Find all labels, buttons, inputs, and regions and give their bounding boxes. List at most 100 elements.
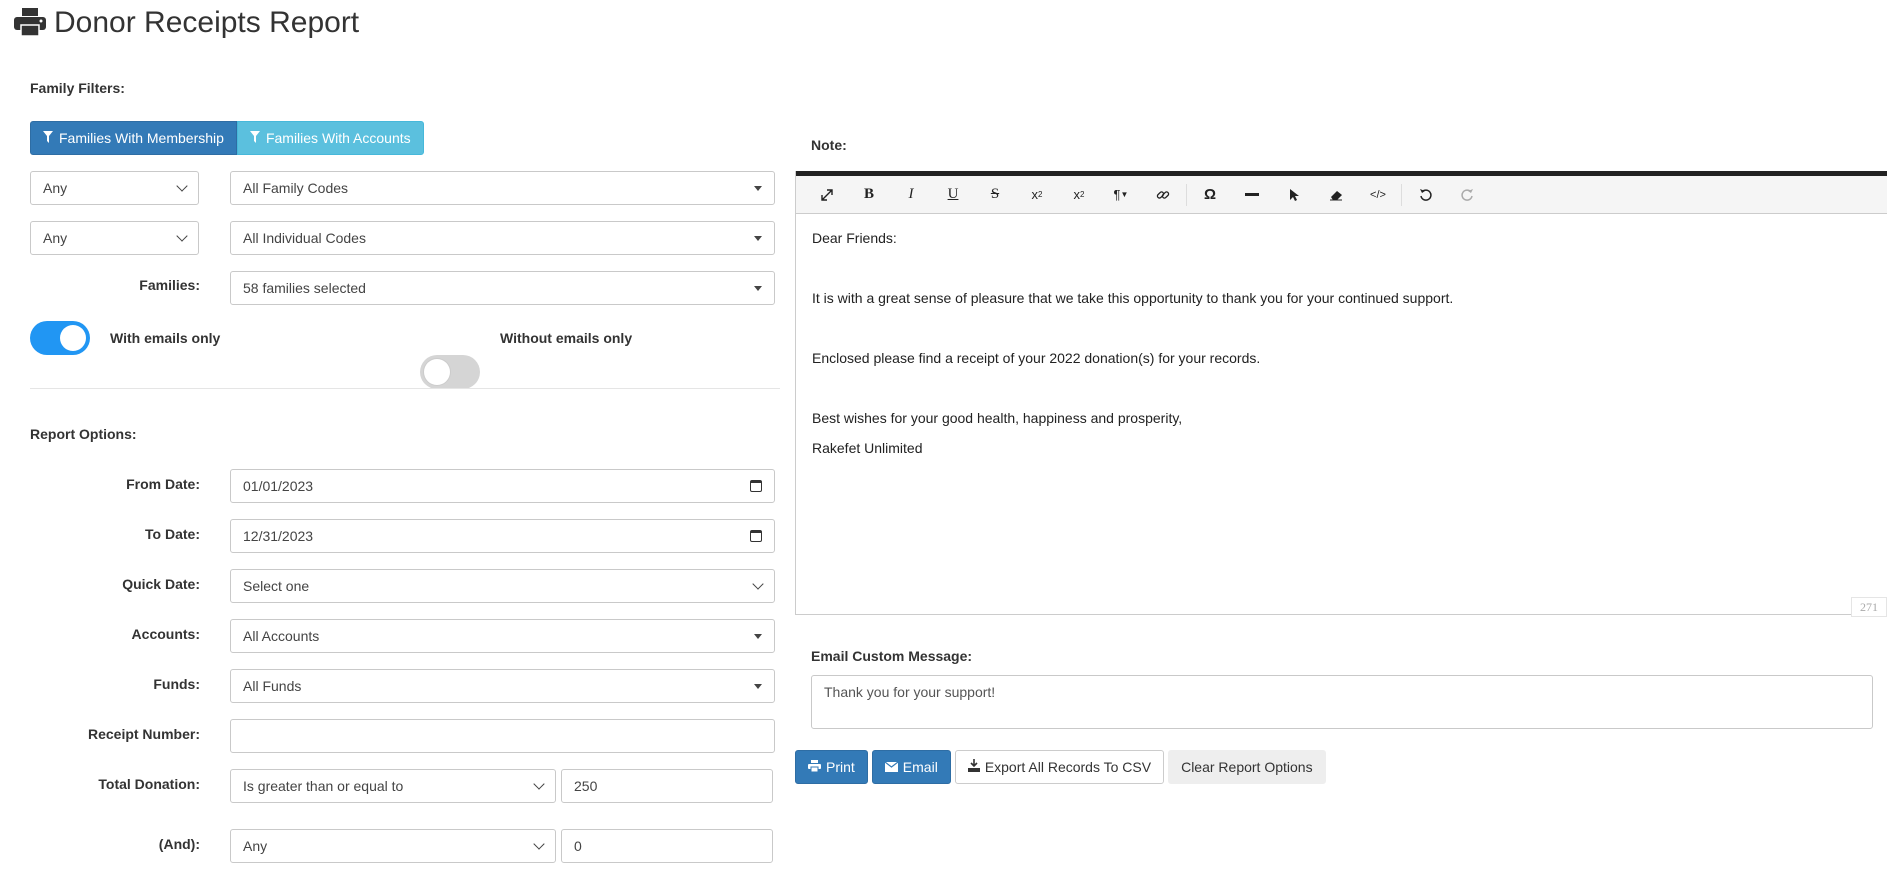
families-select[interactable]: 58 families selected <box>230 271 775 305</box>
email-button-label: Email <box>902 759 938 775</box>
envelope-icon <box>884 759 899 775</box>
clear-report-options-button[interactable]: Clear Report Options <box>1168 750 1326 784</box>
and-amount-value: 0 <box>574 838 582 854</box>
fullscreen-icon[interactable] <box>806 180 848 210</box>
print-button[interactable]: Print <box>795 750 868 784</box>
with-emails-toggle[interactable] <box>30 321 90 355</box>
code-view-icon[interactable]: </> <box>1357 180 1399 210</box>
horizontal-rule-icon[interactable] <box>1231 180 1273 210</box>
toggle-knob <box>424 359 450 385</box>
to-date-input[interactable]: 12/31/2023 <box>230 519 775 553</box>
caret-down-icon <box>754 235 762 241</box>
italic-icon[interactable]: I <box>890 180 932 210</box>
chevron-down-icon <box>176 180 188 192</box>
paragraph-icon[interactable]: ¶ ▼ <box>1100 180 1142 210</box>
families-with-membership-label: Families With Membership <box>59 130 224 146</box>
note-line: Best wishes for your good health, happin… <box>812 410 1183 426</box>
with-emails-label: With emails only <box>110 330 221 346</box>
filter-icon <box>43 130 53 146</box>
quick-date-select[interactable]: Select one <box>230 569 775 603</box>
editor-toolbar: B I U S x2 x2 ¶ ▼ Ω </> <box>796 176 1887 214</box>
printer-icon <box>14 7 46 39</box>
superscript-icon[interactable]: x2 <box>1058 180 1100 210</box>
email-button[interactable]: Email <box>871 750 951 784</box>
quick-date-value: Select one <box>243 578 310 594</box>
receipt-number-label: Receipt Number: <box>87 726 200 742</box>
accounts-label: Accounts: <box>131 626 200 642</box>
families-with-accounts-button[interactable]: Families With Accounts <box>236 121 424 155</box>
undo-icon[interactable] <box>1404 180 1446 210</box>
individual-any-select[interactable]: Any <box>30 221 199 255</box>
eraser-icon[interactable] <box>1315 180 1357 210</box>
without-emails-toggle[interactable] <box>420 355 480 389</box>
subscript-icon[interactable]: x2 <box>1016 180 1058 210</box>
from-date-input[interactable]: 01/01/2023 <box>230 469 775 503</box>
family-any-select[interactable]: Any <box>30 171 199 205</box>
note-label: Note: <box>811 137 847 153</box>
funds-select[interactable]: All Funds <box>230 669 775 703</box>
without-emails-label: Without emails only <box>500 330 633 346</box>
family-codes-select[interactable]: All Family Codes <box>230 171 775 205</box>
families-value: 58 families selected <box>243 280 366 296</box>
caret-down-icon <box>754 185 762 191</box>
email-custom-message-label: Email Custom Message: <box>811 648 973 664</box>
note-editor: B I U S x2 x2 ¶ ▼ Ω </> Dear Friends: It… <box>795 171 1887 615</box>
family-filter-buttons: Families With Membership Families With A… <box>30 121 424 155</box>
export-csv-button-label: Export All Records To CSV <box>984 759 1152 775</box>
funds-label: Funds: <box>153 676 200 692</box>
pointer-icon[interactable] <box>1273 180 1315 210</box>
total-donation-label: Total Donation: <box>98 776 200 792</box>
page-title: Donor Receipts Report <box>54 6 360 39</box>
character-count: 271 <box>1851 597 1887 617</box>
families-with-membership-button[interactable]: Families With Membership <box>30 121 237 155</box>
from-date-label: From Date: <box>126 476 200 492</box>
note-line <box>812 318 1871 348</box>
accounts-select[interactable]: All Accounts <box>230 619 775 653</box>
link-icon[interactable] <box>1142 180 1184 210</box>
family-filters-label: Family Filters: <box>30 80 125 96</box>
chevron-down-icon <box>533 778 545 790</box>
individual-codes-select[interactable]: All Individual Codes <box>230 221 775 255</box>
caret-down-icon <box>754 633 762 639</box>
quick-date-label: Quick Date: <box>122 576 200 592</box>
bold-icon[interactable]: B <box>848 180 890 210</box>
from-date-value: 01/01/2023 <box>243 478 314 494</box>
note-line <box>812 258 1871 288</box>
export-icon <box>967 759 980 775</box>
calendar-icon[interactable] <box>750 480 762 492</box>
funds-value: All Funds <box>243 678 302 694</box>
family-codes-value: All Family Codes <box>243 180 349 196</box>
note-line: Enclosed please find a receipt of your 2… <box>812 350 1261 366</box>
caret-down-icon <box>754 285 762 291</box>
receipt-number-input[interactable] <box>230 719 775 753</box>
toolbar-separator <box>1186 183 1187 206</box>
total-donation-operator-select[interactable]: Is greater than or equal to <box>230 769 556 803</box>
and-operator-select[interactable]: Any <box>230 829 556 863</box>
caret-down-icon <box>754 683 762 689</box>
chevron-down-icon <box>176 230 188 242</box>
special-character-icon[interactable]: Ω <box>1189 180 1231 210</box>
total-donation-amount-input[interactable]: 250 <box>561 769 773 803</box>
and-label: (And): <box>158 836 200 852</box>
print-button-label: Print <box>826 759 855 775</box>
families-with-accounts-label: Families With Accounts <box>265 130 411 146</box>
to-date-label: To Date: <box>145 526 200 542</box>
underline-icon[interactable]: U <box>932 180 974 210</box>
email-custom-message-input[interactable]: Thank you for your support! <box>811 675 1873 729</box>
to-date-value: 12/31/2023 <box>243 528 314 544</box>
total-donation-operator-value: Is greater than or equal to <box>243 778 404 794</box>
note-editor-content[interactable]: Dear Friends: It is with a great sense o… <box>796 214 1887 482</box>
note-line: Rakefet Unlimited <box>812 440 923 456</box>
note-line: It is with a great sense of pleasure tha… <box>812 290 1454 306</box>
and-amount-input[interactable]: 0 <box>561 829 773 863</box>
families-label: Families: <box>139 277 200 293</box>
redo-icon[interactable] <box>1446 180 1488 210</box>
export-csv-button[interactable]: Export All Records To CSV <box>954 750 1165 784</box>
calendar-icon[interactable] <box>750 530 762 542</box>
section-divider <box>30 388 780 389</box>
toolbar-separator <box>1401 183 1402 206</box>
note-line <box>812 378 1871 408</box>
strikethrough-icon[interactable]: S <box>974 180 1016 210</box>
report-options-label: Report Options: <box>30 426 137 442</box>
clear-report-options-label: Clear Report Options <box>1181 759 1313 775</box>
